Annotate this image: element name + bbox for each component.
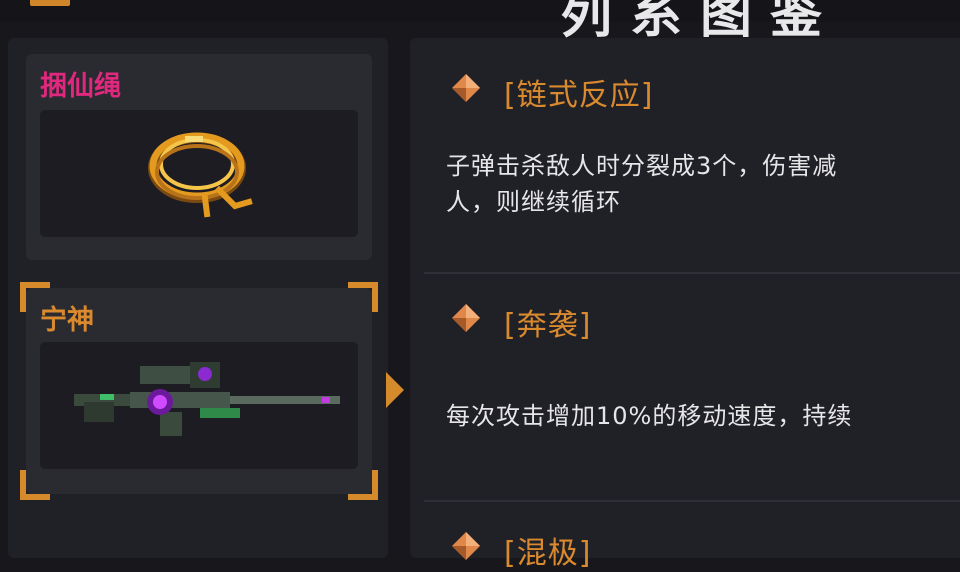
rope-icon bbox=[148, 132, 253, 218]
trait-divider bbox=[424, 500, 960, 502]
weapon-card-name: 宁神 bbox=[40, 305, 94, 336]
selection-bracket-bottom-left bbox=[20, 470, 50, 500]
gem-icon bbox=[452, 74, 480, 102]
trait-desc-line: 子弹击杀敌人时分裂成3个，伤害减 bbox=[446, 152, 838, 180]
selection-bracket-top-right bbox=[348, 282, 378, 312]
header-corner-ornament bbox=[30, 0, 70, 6]
weapon-card-rope[interactable]: 捆仙绳 bbox=[26, 54, 372, 260]
trait-desc-line: 每次攻击增加10%的移动速度，持续 bbox=[446, 402, 853, 430]
trait-divider bbox=[424, 272, 960, 274]
gem-icon bbox=[452, 532, 480, 560]
trait-name-chain-reaction: [链式反应] bbox=[504, 78, 654, 113]
gem-icon bbox=[452, 304, 480, 332]
weapon-card-name: 捆仙绳 bbox=[40, 71, 121, 102]
selection-bracket-bottom-right bbox=[348, 470, 378, 500]
trait-name-partial: [混极] bbox=[504, 536, 592, 571]
trait-name-charge: [奔袭] bbox=[504, 308, 592, 343]
sniper-rifle-icon bbox=[74, 362, 340, 436]
trait-desc-line: 人，则继续循环 bbox=[446, 188, 621, 216]
weapon-card-image bbox=[40, 342, 358, 469]
selection-pointer-arrow bbox=[386, 372, 404, 408]
trait-detail-panel: [链式反应] 子弹击杀敌人时分裂成3个，伤害减 人，则继续循环 [奔袭] 每次攻… bbox=[410, 38, 960, 571]
weapon-card-image bbox=[40, 110, 358, 237]
weapon-card-sniper[interactable]: 宁神 bbox=[20, 282, 378, 500]
